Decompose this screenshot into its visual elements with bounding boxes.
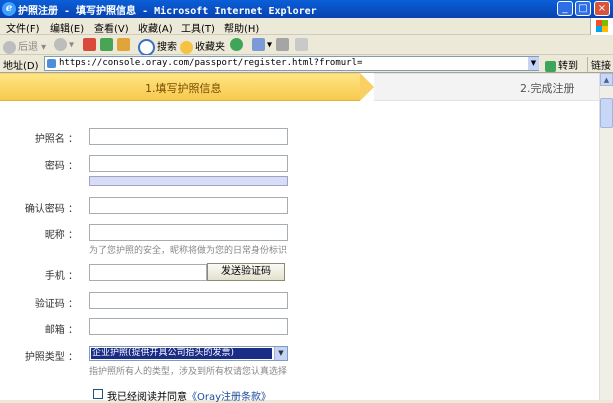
terms-link[interactable]: 《Oray注册条款》 xyxy=(187,392,271,403)
stop-icon xyxy=(83,38,96,51)
back-button[interactable]: 后退 ▾ xyxy=(3,38,46,54)
search-label: 搜索 xyxy=(157,42,177,53)
address-bar: 地址(D) https://console.oray.com/passport/… xyxy=(0,55,613,73)
confirm-password-input[interactable] xyxy=(89,197,288,214)
password-strength-bar xyxy=(89,176,288,186)
menu-help[interactable]: 帮助(H) xyxy=(224,20,259,35)
email-label: 邮箱 ： xyxy=(44,325,78,336)
print-button[interactable] xyxy=(276,38,291,51)
menu-bar: 文件(F) 编辑(E) 查看(V) 收藏(A) 工具(T) 帮助(H) xyxy=(0,18,613,35)
favorites-button[interactable]: 收藏夹 xyxy=(180,38,225,54)
forward-arrow-icon xyxy=(54,38,67,51)
windows-flag-icon xyxy=(596,20,608,32)
scroll-thumb[interactable] xyxy=(600,98,613,128)
favorites-label: 收藏夹 xyxy=(195,42,225,53)
password-input[interactable] xyxy=(89,155,288,172)
registration-steps: 1.填写护照信息 2.完成注册 xyxy=(0,73,599,101)
step-2-label: 2.完成注册 xyxy=(520,82,575,95)
mail-button[interactable]: ▾ xyxy=(252,38,272,51)
address-input[interactable]: https://console.oray.com/passport/regist… xyxy=(44,56,539,71)
passport-type-label: 护照类型 ： xyxy=(24,352,78,363)
phone-label: 手机 ： xyxy=(44,271,78,282)
edit-button[interactable] xyxy=(295,38,310,51)
back-arrow-icon xyxy=(3,40,16,54)
maximize-button[interactable]: □ xyxy=(575,1,591,16)
window-title: 护照注册 - 填写护照信息 - Microsoft Internet Explo… xyxy=(18,6,317,17)
password-label: 密码 ： xyxy=(44,161,78,172)
go-button[interactable]: 转到 xyxy=(545,57,578,72)
menu-tools[interactable]: 工具(T) xyxy=(181,20,215,35)
phone-input[interactable] xyxy=(89,264,207,281)
passport-type-selected: 企业护照(提供开具公司抬头的发票) xyxy=(91,348,272,359)
edit-icon xyxy=(295,38,308,51)
scroll-up-arrow[interactable]: ▲ xyxy=(600,73,613,86)
history-icon xyxy=(230,38,243,51)
close-button[interactable]: × xyxy=(594,1,610,16)
page-icon xyxy=(47,59,56,68)
menu-file[interactable]: 文件(F) xyxy=(6,20,40,35)
agree-label: 我已经阅读并同意 xyxy=(107,392,187,403)
minimize-button[interactable]: _ xyxy=(557,1,573,16)
code-label: 验证码 ： xyxy=(34,299,78,310)
forward-button[interactable]: ▾ xyxy=(54,38,74,51)
menu-view[interactable]: 查看(V) xyxy=(94,20,129,35)
passport-type-select[interactable]: 企业护照(提供开具公司抬头的发票) ▼ xyxy=(89,346,288,361)
agree-text: 我已经阅读并同意《Oray注册条款》 xyxy=(107,388,271,403)
passport-name-input[interactable] xyxy=(89,128,288,145)
go-arrow-icon xyxy=(545,60,556,72)
address-dropdown-arrow[interactable]: ▼ xyxy=(528,57,539,70)
star-icon xyxy=(180,40,193,54)
nickname-hint: 为了您护照的安全，昵称将做为您的日常身份标识 xyxy=(89,246,288,256)
email-input[interactable] xyxy=(89,318,288,335)
refresh-button[interactable] xyxy=(100,38,115,51)
home-button[interactable] xyxy=(117,38,132,51)
windows-logo xyxy=(590,18,613,35)
stop-button[interactable] xyxy=(83,38,98,51)
search-icon xyxy=(138,38,155,56)
history-button[interactable] xyxy=(230,38,245,51)
print-icon xyxy=(276,38,289,51)
go-label: 转到 xyxy=(558,61,578,72)
step-arrow xyxy=(360,73,374,101)
home-icon xyxy=(117,38,130,51)
menu-favorites[interactable]: 收藏(A) xyxy=(138,20,173,35)
menu-edit[interactable]: 编辑(E) xyxy=(50,20,84,35)
address-label: 地址(D) xyxy=(3,61,39,72)
mail-icon xyxy=(252,38,265,51)
nickname-input[interactable] xyxy=(89,224,288,241)
step-1-label: 1.填写护照信息 xyxy=(145,82,222,95)
confirm-password-label: 确认密码 ： xyxy=(24,204,78,215)
chevron-down-icon[interactable]: ▼ xyxy=(274,347,287,360)
passport-type-hint: 指护照所有人的类型，涉及到所有权请您认真选择 xyxy=(89,367,288,377)
title-bar: e 护照注册 - 填写护照信息 - Microsoft Internet Exp… xyxy=(0,0,613,18)
back-label: 后退 xyxy=(18,42,38,53)
ie-icon: e xyxy=(2,2,16,16)
links-button[interactable]: 链接 xyxy=(587,57,611,72)
code-input[interactable] xyxy=(89,292,288,309)
toolbar: 后退 ▾ ▾ 搜索 收藏夹 ▾ xyxy=(0,35,613,56)
passport-name-label: 护照名 ： xyxy=(34,134,78,145)
send-code-button[interactable]: 发送验证码 xyxy=(207,263,285,281)
address-url: https://console.oray.com/passport/regist… xyxy=(59,58,363,68)
nickname-label: 昵称 ： xyxy=(44,230,78,241)
search-button[interactable]: 搜索 xyxy=(138,38,177,56)
agree-checkbox[interactable] xyxy=(93,389,103,399)
refresh-icon xyxy=(100,38,113,51)
